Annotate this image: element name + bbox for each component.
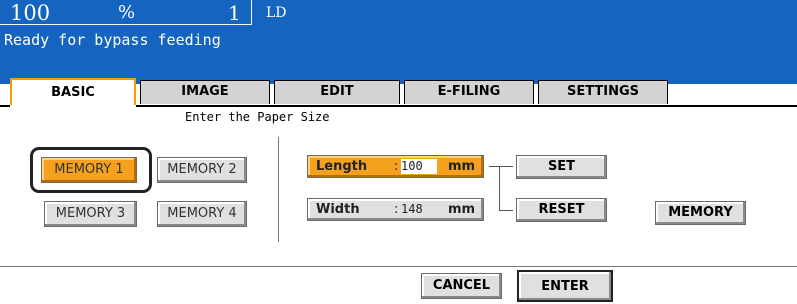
width-field[interactable]: Width : 148 mm <box>307 198 484 221</box>
copy-count: 1 <box>228 1 241 25</box>
tab-e-filing[interactable]: E-FILING <box>404 80 534 104</box>
length-unit: mm <box>448 159 476 174</box>
width-colon: : <box>394 202 399 217</box>
length-colon: : <box>394 159 399 174</box>
horizontal-divider <box>0 266 797 267</box>
memory-3-button[interactable]: MEMORY 3 <box>44 201 137 227</box>
connector-line <box>499 166 513 167</box>
status-bar: 100 % 1 LD Ready for bypass feeding <box>0 0 797 84</box>
percent-sign: % <box>118 2 136 23</box>
tab-settings[interactable]: SETTINGS <box>538 80 668 104</box>
memory-1-button[interactable]: MEMORY 1 <box>41 157 137 183</box>
width-label: Width <box>316 202 360 217</box>
instruction-text: Enter the Paper Size <box>185 110 330 124</box>
connector-line <box>499 166 500 210</box>
connector-line <box>499 210 513 211</box>
width-unit: mm <box>448 202 476 217</box>
reset-button[interactable]: RESET <box>516 198 607 222</box>
paper-size-indicator: LD <box>266 5 287 21</box>
tab-edit[interactable]: EDIT <box>274 80 400 104</box>
length-value: 100 <box>401 159 437 174</box>
zoom-value: 100 <box>10 1 51 25</box>
tab-bar: BASIC IMAGE EDIT E-FILING SETTINGS <box>0 78 797 106</box>
status-message: Ready for bypass feeding <box>4 31 221 49</box>
memory-4-button[interactable]: MEMORY 4 <box>157 201 247 227</box>
set-button[interactable]: SET <box>516 155 607 179</box>
length-label: Length <box>316 159 368 174</box>
connector-line <box>489 166 499 167</box>
tab-image[interactable]: IMAGE <box>140 80 270 104</box>
tab-basic[interactable]: BASIC <box>10 78 136 106</box>
cancel-button[interactable]: CANCEL <box>421 273 502 299</box>
width-value: 148 <box>401 202 423 216</box>
length-field[interactable]: Length : 100 mm <box>307 155 484 178</box>
memory-button[interactable]: MEMORY <box>655 201 746 225</box>
vertical-divider <box>278 137 279 242</box>
memory-2-button[interactable]: MEMORY 2 <box>157 157 247 183</box>
enter-button[interactable]: ENTER <box>517 270 613 302</box>
